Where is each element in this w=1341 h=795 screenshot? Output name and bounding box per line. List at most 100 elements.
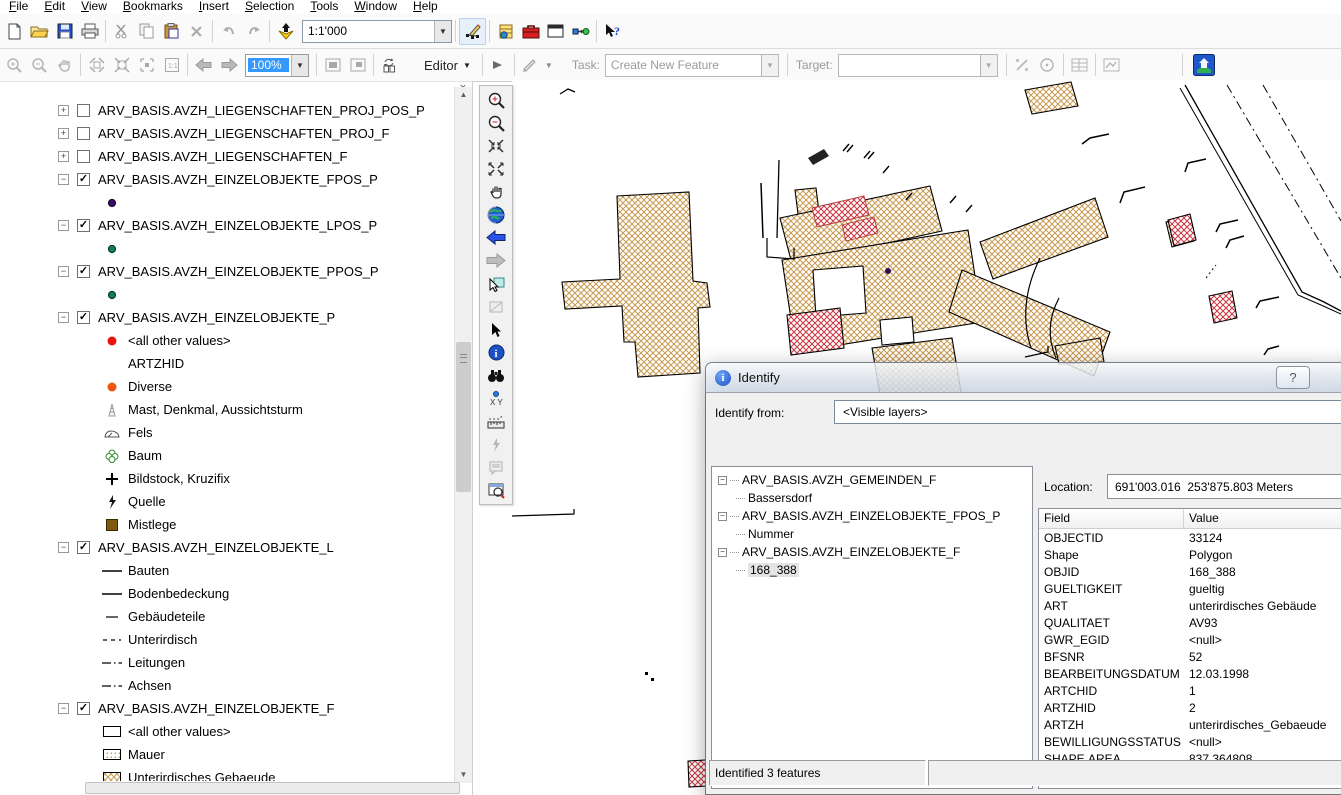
table-row[interactable]: OBJECTID33124 (1039, 529, 1341, 546)
legend-row[interactable]: Unterirdisch (0, 628, 450, 651)
collapse-icon[interactable]: − (58, 542, 69, 553)
select-elements-tool[interactable] (483, 318, 509, 341)
chevron-down-icon[interactable]: ▼ (434, 21, 451, 42)
table-row[interactable]: ARTCHID1 (1039, 682, 1341, 699)
copy-button[interactable] (134, 19, 159, 44)
redo-button[interactable] (241, 19, 266, 44)
layer-row[interactable]: + ARV_BASIS.AVZH_LIEGENSCHAFTEN_PROJ_POS… (0, 99, 450, 122)
table-row[interactable]: GWR_EGID<null> (1039, 631, 1341, 648)
layer-row[interactable]: + ARV_BASIS.AVZH_LIEGENSCHAFTEN_PROJ_F (0, 122, 450, 145)
cut-button[interactable] (109, 19, 134, 44)
find-tool[interactable] (483, 364, 509, 387)
collapse-icon[interactable]: − (58, 703, 69, 714)
scroll-down-icon[interactable]: ▼ (455, 767, 472, 783)
zoom-one-to-one-button[interactable]: 1:1 (159, 53, 184, 78)
layer-row[interactable]: − ✓ ARV_BASIS.AVZH_EINZELOBJEKTE_P (0, 306, 450, 329)
arccatalog-button[interactable] (493, 19, 518, 44)
legend-row[interactable]: Unterirdisches Gebaeude (0, 766, 450, 781)
menu-insert[interactable]: Insert (191, 0, 237, 14)
legend-row[interactable]: <all other values> (0, 720, 450, 743)
identify-dialog-titlebar[interactable]: i Identify ? (705, 362, 1341, 392)
tree-layer-row[interactable]: − ARV_BASIS.AVZH_EINZELOBJEKTE_F (714, 543, 1030, 561)
dialog-help-button[interactable]: ? (1276, 366, 1310, 389)
layer-label[interactable]: ARV_BASIS.AVZH_LIEGENSCHAFTEN_PROJ_F (98, 126, 389, 141)
collapse-icon[interactable]: − (58, 174, 69, 185)
layer-row[interactable]: − ✓ ARV_BASIS.AVZH_EINZELOBJEKTE_LPOS_P (0, 214, 450, 237)
custom-home-button[interactable] (1192, 53, 1217, 78)
menu-help[interactable]: Help (405, 0, 446, 14)
layer-row[interactable]: − ✓ ARV_BASIS.AVZH_EINZELOBJEKTE_FPOS_P (0, 168, 450, 191)
table-row[interactable]: BEWILLIGUNGSSTATUS<null> (1039, 733, 1341, 750)
layer-row[interactable]: − ✓ ARV_BASIS.AVZH_EINZELOBJEKTE_PPOS_P (0, 260, 450, 283)
collapse-icon[interactable]: − (718, 512, 727, 521)
toc-scrollbar[interactable]: ▲ ▼ (454, 87, 472, 783)
column-header-field[interactable]: Field (1039, 509, 1184, 528)
layer-checkbox[interactable]: ✓ (77, 311, 90, 324)
identify-from-combo[interactable]: <Visible layers> (834, 400, 1341, 424)
zoom-selected-button[interactable] (134, 53, 159, 78)
back-extent-tool[interactable] (483, 226, 509, 249)
menu-tools[interactable]: Tools (302, 0, 346, 14)
measure-tool[interactable] (483, 410, 509, 433)
tree-feature-row-selected[interactable]: 168_388 (714, 561, 1030, 579)
map-scale-combo[interactable]: 1:1'000 ▼ (302, 20, 452, 43)
legend-row[interactable]: <all other values> (0, 329, 450, 352)
menu-window[interactable]: Window (346, 0, 405, 14)
print-button[interactable] (77, 19, 102, 44)
tree-feature-label[interactable]: Nummer (748, 527, 794, 541)
zoom-fixed-out-button[interactable] (109, 53, 134, 78)
toc-horizontal-scrollbar[interactable] (85, 782, 460, 794)
tree-feature-row[interactable]: Bassersdorf (714, 489, 1030, 507)
expand-icon[interactable]: + (58, 105, 69, 116)
open-button[interactable] (27, 19, 52, 44)
legend-row[interactable]: Gebäudeteile (0, 605, 450, 628)
legend-row[interactable]: Bodenbedeckung (0, 582, 450, 605)
tree-layer-label[interactable]: ARV_BASIS.AVZH_EINZELOBJEKTE_FPOS_P (742, 509, 1000, 523)
forward-extent-tool-disabled[interactable] (483, 249, 509, 272)
legend-row[interactable]: Achsen (0, 674, 450, 697)
column-header-value[interactable]: Value (1184, 509, 1341, 528)
delete-button[interactable] (184, 19, 209, 44)
editor-menu-button[interactable]: Editor ▼ (416, 55, 479, 76)
task-combo[interactable]: Create New Feature ▼ (605, 54, 779, 77)
layer-checkbox[interactable] (77, 104, 90, 117)
layer-checkbox[interactable]: ✓ (77, 702, 90, 715)
collapse-icon[interactable]: − (718, 476, 727, 485)
legend-row[interactable]: Bildstock, Kruzifix (0, 467, 450, 490)
legend-row[interactable]: Mauer (0, 743, 450, 766)
layer-label[interactable]: ARV_BASIS.AVZH_LIEGENSCHAFTEN_PROJ_POS_P (98, 103, 425, 118)
sketch-tool-dropdown[interactable]: ▼ (518, 53, 556, 78)
layer-label[interactable]: ARV_BASIS.AVZH_EINZELOBJEKTE_F (98, 701, 335, 716)
scroll-up-icon[interactable]: ▲ (455, 87, 472, 103)
table-row[interactable]: QUALITAETAV93 (1039, 614, 1341, 631)
layer-checkbox[interactable] (77, 127, 90, 140)
layer-checkbox[interactable]: ✓ (77, 265, 90, 278)
layer-checkbox[interactable]: ✓ (77, 173, 90, 186)
clear-selection-tool-disabled[interactable] (483, 295, 509, 318)
editor-sketch-tool-button[interactable] (459, 18, 486, 45)
layer-label[interactable]: ARV_BASIS.AVZH_EINZELOBJEKTE_L (98, 540, 334, 555)
attribute-table-header[interactable]: Field Value (1039, 509, 1341, 529)
rotate-tool-button-disabled[interactable] (1035, 53, 1060, 78)
menu-file[interactable]: File (1, 0, 36, 14)
legend-row[interactable]: Bauten (0, 559, 450, 582)
identify-tool-active[interactable]: i (483, 341, 509, 364)
go-to-xy-tool[interactable]: X Y (483, 387, 509, 410)
menu-bookmarks[interactable]: Bookmarks (115, 0, 191, 14)
save-button[interactable] (52, 19, 77, 44)
legend-row[interactable]: Fels (0, 421, 450, 444)
layer-label[interactable]: ARV_BASIS.AVZH_EINZELOBJEKTE_PPOS_P (98, 264, 379, 279)
table-row[interactable]: BFSNR52 (1039, 648, 1341, 665)
zoom-in-button-disabled[interactable] (2, 53, 27, 78)
table-row[interactable]: GUELTIGKEITgueltig (1039, 580, 1341, 597)
zoom-in-tool[interactable] (483, 88, 509, 111)
table-row[interactable]: ARTunterirdisches Gebäude (1039, 597, 1341, 614)
chevron-down-icon[interactable]: ▼ (291, 55, 308, 76)
table-row[interactable]: ARTZHunterirdisches_Gebaeude (1039, 716, 1341, 733)
layer-row[interactable]: − ✓ ARV_BASIS.AVZH_EINZELOBJEKTE_L (0, 536, 450, 559)
layer-label[interactable]: ARV_BASIS.AVZH_EINZELOBJEKTE_LPOS_P (98, 218, 377, 233)
edit-tool-button[interactable] (486, 53, 511, 78)
layer-row[interactable]: − ✓ ARV_BASIS.AVZH_EINZELOBJEKTE_F (0, 697, 450, 720)
html-popup-tool-disabled[interactable] (483, 456, 509, 479)
viewer-window-tool[interactable] (483, 479, 509, 502)
